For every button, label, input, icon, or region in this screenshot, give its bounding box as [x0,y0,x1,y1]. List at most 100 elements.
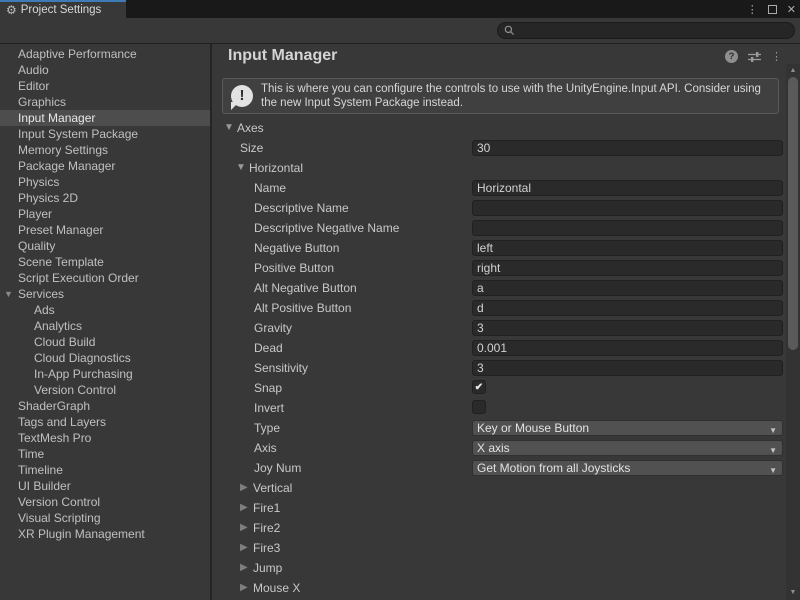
tab-project-settings[interactable]: ⚙ Project Settings [0,0,126,18]
fire3-foldout[interactable]: ▶ Fire3 [212,538,786,558]
descriptive-negative-name-field[interactable] [472,220,783,236]
sidebar-item-version-control[interactable]: Version Control [0,494,210,510]
foldout-label: Mouse X [253,581,300,595]
sidebar-item-version-control-service[interactable]: Version Control [0,382,210,398]
foldout-closed-icon[interactable]: ▶ [240,582,248,593]
field-label: Gravity [254,321,292,335]
scroll-down-icon[interactable]: ▼ [786,588,800,598]
search-input[interactable] [519,25,788,37]
window-menu-icon[interactable]: ⋮ [747,3,758,16]
jump-foldout[interactable]: ▶ Jump [212,558,786,578]
field-label: Axis [254,441,277,455]
size-field[interactable] [472,140,783,156]
invert-checkbox[interactable] [472,400,486,414]
foldout-closed-icon[interactable]: ▶ [240,522,248,533]
joy-num-dropdown[interactable]: Get Motion from all Joysticks ▼ [472,460,783,476]
dead-field[interactable] [472,340,783,356]
panel-menu-icon[interactable]: ⋮ [771,50,782,63]
type-dropdown[interactable]: Key or Mouse Button ▼ [472,420,783,436]
descriptive-name-field[interactable] [472,200,783,216]
sidebar-item-cloud-build[interactable]: Cloud Build [0,334,210,350]
foldout-label: Fire1 [253,501,280,515]
sidebar-item-scene-template[interactable]: Scene Template [0,254,210,270]
foldout-label: Axes [237,121,264,135]
positive-button-row: Positive Button [212,258,786,278]
page-title: Input Manager [228,44,337,68]
foldout-open-icon[interactable]: ▼ [224,122,234,133]
scroll-up-icon[interactable]: ▲ [786,66,800,76]
sidebar-item-analytics[interactable]: Analytics [0,318,210,334]
foldout-closed-icon[interactable]: ▶ [240,502,248,513]
sidebar-item-input-manager[interactable]: Input Manager [0,110,210,126]
fire1-foldout[interactable]: ▶ Fire1 [212,498,786,518]
horizontal-foldout[interactable]: ▼ Horizontal [212,158,786,178]
presets-icon[interactable] [748,51,761,63]
sidebar-item-editor[interactable]: Editor [0,78,210,94]
foldout-label: Vertical [253,481,292,495]
sidebar-item-xr-plugin-management[interactable]: XR Plugin Management [0,526,210,542]
snap-checkbox[interactable]: ✔ [472,380,486,394]
maximize-icon[interactable] [768,5,777,14]
foldout-closed-icon[interactable]: ▶ [240,562,248,573]
positive-button-field[interactable] [472,260,783,276]
negative-button-field[interactable] [472,240,783,256]
sidebar-item-shadergraph[interactable]: ShaderGraph [0,398,210,414]
foldout-label: Horizontal [249,161,303,175]
dead-row: Dead [212,338,786,358]
sidebar-item-input-system-package[interactable]: Input System Package [0,126,210,142]
help-icon[interactable]: ? [725,50,738,63]
sidebar-item-cloud-diagnostics[interactable]: Cloud Diagnostics [0,350,210,366]
fire2-foldout[interactable]: ▶ Fire2 [212,518,786,538]
invert-row: Invert [212,398,786,418]
sidebar-item-audio[interactable]: Audio [0,62,210,78]
negative-button-row: Negative Button [212,238,786,258]
foldout-open-icon[interactable]: ▼ [236,162,246,173]
scrollbar-thumb[interactable] [788,77,798,350]
foldout-label: Fire2 [253,521,280,535]
alt-negative-button-row: Alt Negative Button [212,278,786,298]
sidebar-item-tags-and-layers[interactable]: Tags and Layers [0,414,210,430]
sidebar-item-physics[interactable]: Physics [0,174,210,190]
alt-positive-button-row: Alt Positive Button [212,298,786,318]
joy-num-row: Joy Num Get Motion from all Joysticks ▼ [212,458,786,478]
sidebar-item-preset-manager[interactable]: Preset Manager [0,222,210,238]
sensitivity-field[interactable] [472,360,783,376]
sidebar-item-textmesh-pro[interactable]: TextMesh Pro [0,430,210,446]
sidebar-item-services[interactable]: ▼ Services [0,286,210,302]
close-icon[interactable]: ✕ [787,3,796,16]
sidebar-item-graphics[interactable]: Graphics [0,94,210,110]
sidebar-item-in-app-purchasing[interactable]: In-App Purchasing [0,366,210,382]
search-box[interactable] [497,22,795,39]
mouse-x-foldout[interactable]: ▶ Mouse X [212,578,786,598]
alt-positive-button-field[interactable] [472,300,783,316]
axes-foldout[interactable]: ▼ Axes [212,118,786,138]
sidebar-item-timeline[interactable]: Timeline [0,462,210,478]
vertical-scrollbar[interactable]: ▲ ▼ [786,64,800,600]
toolbar [0,18,800,44]
sidebar-item-package-manager[interactable]: Package Manager [0,158,210,174]
foldout-open-icon[interactable]: ▼ [4,286,13,302]
field-label: Name [254,181,286,195]
gravity-field[interactable] [472,320,783,336]
axis-dropdown[interactable]: X axis ▼ [472,440,783,456]
sidebar-item-visual-scripting[interactable]: Visual Scripting [0,510,210,526]
info-banner: ! This is where you can configure the co… [222,78,779,114]
vertical-foldout[interactable]: ▶ Vertical [212,478,786,498]
sidebar-item-label: Services [18,287,64,301]
field-label: Dead [254,341,283,355]
sidebar-item-quality[interactable]: Quality [0,238,210,254]
sidebar-item-ui-builder[interactable]: UI Builder [0,478,210,494]
name-field[interactable] [472,180,783,196]
sidebar-item-player[interactable]: Player [0,206,210,222]
field-label: Snap [254,381,282,395]
sidebar-item-adaptive-performance[interactable]: Adaptive Performance [0,46,210,62]
foldout-closed-icon[interactable]: ▶ [240,482,248,493]
field-label: Alt Positive Button [254,301,351,315]
foldout-closed-icon[interactable]: ▶ [240,542,248,553]
sidebar-item-script-execution-order[interactable]: Script Execution Order [0,270,210,286]
sidebar-item-memory-settings[interactable]: Memory Settings [0,142,210,158]
sidebar-item-ads[interactable]: Ads [0,302,210,318]
sidebar-item-time[interactable]: Time [0,446,210,462]
sidebar-item-physics-2d[interactable]: Physics 2D [0,190,210,206]
alt-negative-button-field[interactable] [472,280,783,296]
